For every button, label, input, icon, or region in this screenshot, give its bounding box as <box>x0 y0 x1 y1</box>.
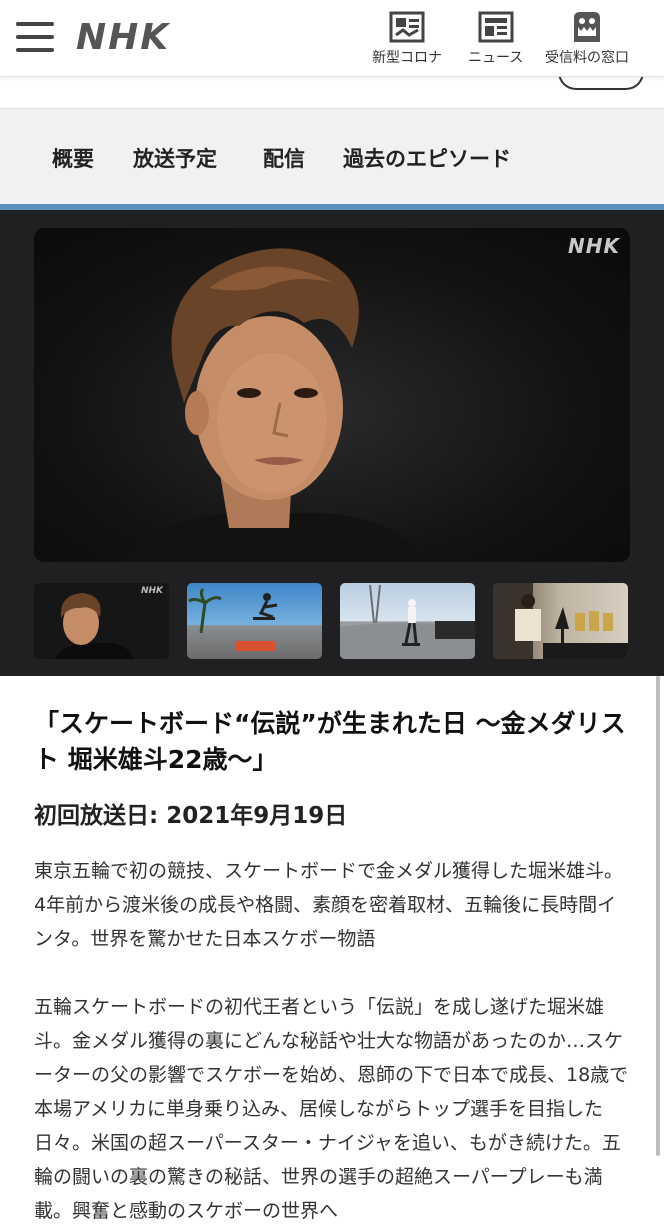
menu-icon[interactable] <box>16 22 54 54</box>
first-air-date: 初回放送日: 2021年9月19日 <box>34 803 348 829</box>
thumbnail-art-4 <box>493 583 628 659</box>
description-summary: 東京五輪で初の競技、スケートボードで金メダル獲得した堀米雄斗。4年前から渡米後の… <box>34 860 624 950</box>
tab-overview[interactable]: 概要 <box>52 143 94 173</box>
thumbnail-art-2 <box>188 587 278 651</box>
thumbnail-skatepark[interactable] <box>340 583 475 659</box>
tab-streaming[interactable]: 配信 <box>263 143 305 173</box>
nav-reception-fee-label: 受信料の窓口 <box>545 50 629 66</box>
program-title: 「スケートボード“伝説”が生まれた日 〜金メダリスト 堀米雄斗22歳〜」 <box>34 709 626 774</box>
scrollbar[interactable] <box>656 676 660 1156</box>
tab-past-episodes[interactable]: 過去のエピソード <box>343 143 511 173</box>
nav-covid-label: 新型コロナ <box>372 50 442 66</box>
tab-schedule[interactable]: 放送予定 <box>133 143 217 173</box>
program-details: 「スケートボード“伝説”が生まれた日 〜金メダリスト 堀米雄斗22歳〜」 初回放… <box>34 706 634 1228</box>
thumbnail-trophies[interactable] <box>493 583 628 659</box>
thumbnail-skater-air[interactable] <box>187 583 322 659</box>
main-image[interactable]: NHK <box>34 228 630 562</box>
nhk-logo[interactable]: NHK <box>76 16 170 60</box>
thumbnail-art-3 <box>340 584 475 659</box>
nav-reception-fee[interactable]: 受信料の窓口 <box>545 10 629 67</box>
program-description: 東京五輪で初の競技、スケートボードで金メダル獲得した堀米雄斗。4年前から渡米後の… <box>34 854 634 1228</box>
thumbnail-interview[interactable]: NHK <box>34 583 169 659</box>
newspaper-icon <box>478 10 514 44</box>
description-detail: 五輪スケートボードの初代王者という「伝説」を成し遂げた堀米雄斗。金メダル獲得の裏… <box>34 996 629 1222</box>
nav-news-label: ニュース <box>468 50 524 66</box>
site-header: NHK 新型コロナ ニュース 受信料の窓口 <box>0 0 664 77</box>
thumb-watermark: NHK <box>140 586 163 596</box>
nav-news[interactable]: ニュース <box>468 10 523 67</box>
portrait-illustration <box>124 248 424 562</box>
news-panel-icon <box>389 10 425 44</box>
image-gallery: NHK NHK <box>0 210 664 676</box>
program-tabs: 概要 放送予定 配信 過去のエピソード <box>0 108 664 205</box>
nav-covid[interactable]: 新型コロナ <box>372 10 442 67</box>
domo-kun-icon <box>569 10 605 44</box>
nhk-watermark: NHK <box>568 234 620 258</box>
